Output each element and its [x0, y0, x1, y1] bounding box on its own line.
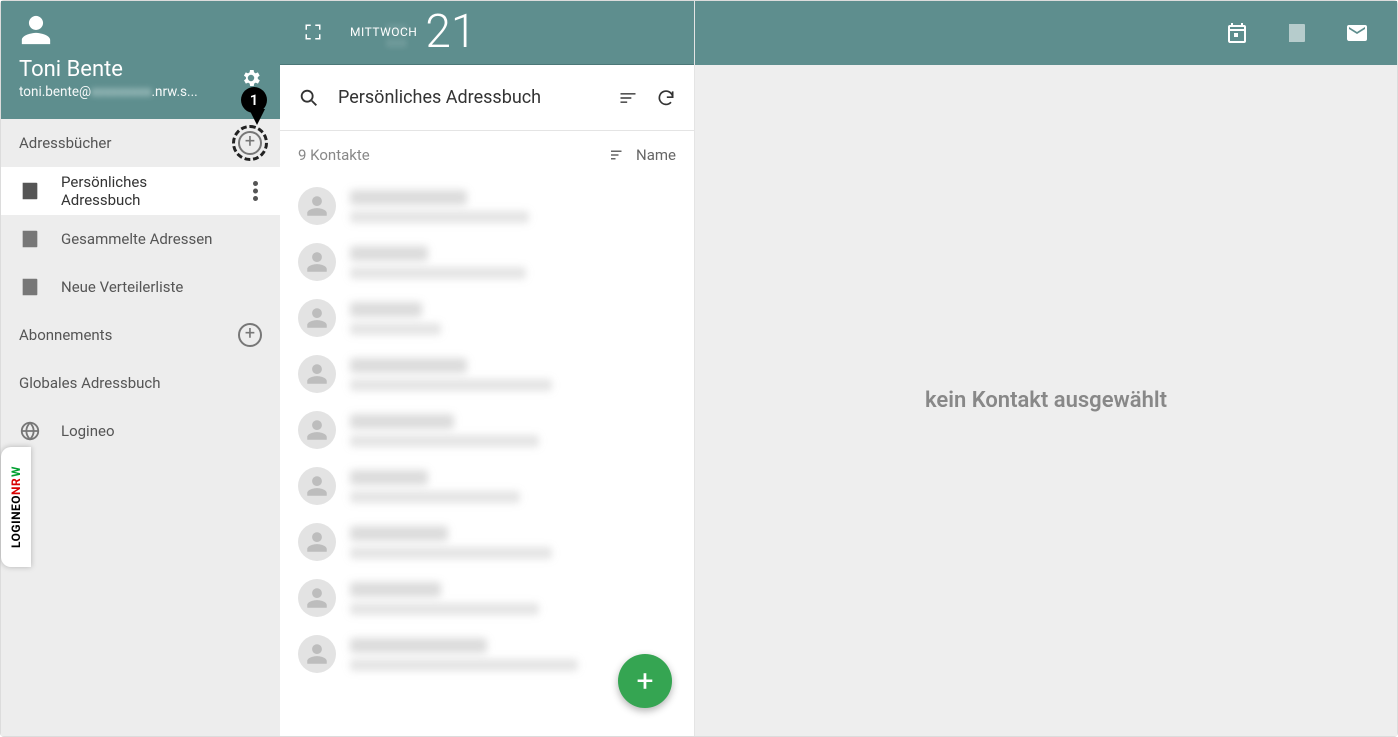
contact-avatar-icon: [298, 299, 336, 337]
avatar-icon: [19, 13, 262, 47]
contact-text: [350, 470, 676, 503]
addressbook-icon: [19, 228, 41, 250]
settings-gear-icon[interactable]: [240, 67, 262, 89]
count-row: 9 Kontakte Name: [280, 131, 694, 179]
more-menu-button[interactable]: [249, 177, 262, 205]
contact-list-item[interactable]: [280, 347, 694, 403]
contacts-column: XXX XXX MITTWOCH 21 Persönliches Adressb…: [280, 1, 695, 736]
contact-text: [350, 358, 676, 391]
address-books-label: Adressbücher: [19, 134, 111, 152]
contact-list-item[interactable]: [280, 179, 694, 235]
refresh-icon[interactable]: [656, 88, 676, 108]
addressbook-title: Persönliches Adressbuch: [338, 87, 600, 108]
globe-icon: [19, 420, 41, 442]
app-root: Toni Bente toni.bente@xxxxxxxxx.nrw.s...…: [0, 0, 1398, 737]
contact-text: [350, 190, 676, 223]
contact-list-item[interactable]: [280, 515, 694, 571]
contact-list-item[interactable]: [280, 235, 694, 291]
subscriptions-label: Abonnements: [19, 326, 112, 344]
subscriptions-header: Abonnements: [1, 311, 280, 359]
contact-text: [350, 302, 676, 335]
logineo-tab-button[interactable]: LOGINEONRW: [1, 447, 31, 567]
detail-column: kein Kontakt ausgewählt: [695, 1, 1397, 736]
empty-detail-text: kein Kontakt ausgewählt: [925, 388, 1167, 413]
contact-list-item[interactable]: [280, 403, 694, 459]
add-contact-fab[interactable]: +: [618, 654, 672, 708]
contact-list-item[interactable]: [280, 291, 694, 347]
sidebar: Toni Bente toni.bente@xxxxxxxxx.nrw.s...…: [1, 1, 280, 736]
contact-text: [350, 582, 676, 615]
plus-circle-icon: [238, 323, 262, 347]
search-row: Persönliches Adressbuch: [280, 65, 694, 131]
contact-count: 9 Kontakte: [298, 146, 370, 164]
contact-avatar-icon: [298, 579, 336, 617]
email-blurred: xxxxxxxxx: [91, 84, 151, 100]
sidebar-item-logineo[interactable]: Logineo: [1, 407, 280, 455]
addressbook-icon: [19, 180, 41, 202]
sidebar-item-collected[interactable]: Gesammelte Adressen: [1, 215, 280, 263]
topbar: XXX XXX MITTWOCH 21: [280, 1, 694, 65]
add-addressbook-button[interactable]: 1: [238, 131, 262, 155]
contacts-icon[interactable]: [1285, 21, 1309, 45]
day-number: 21: [425, 5, 476, 59]
contact-avatar-icon: [298, 355, 336, 393]
search-icon[interactable]: [298, 87, 320, 109]
plus-circle-icon: [238, 131, 262, 155]
contact-avatar-icon: [298, 523, 336, 561]
contact-avatar-icon: [298, 187, 336, 225]
contact-list[interactable]: [280, 179, 694, 736]
global-addressbook-label: Globales Adressbuch: [19, 374, 161, 392]
date-display[interactable]: MITTWOCH 21: [350, 5, 476, 59]
address-books-list: Persönliches Adressbuch Gesammelte Adres…: [1, 167, 280, 311]
contact-text: [350, 526, 676, 559]
address-books-header: Adressbücher 1: [1, 119, 280, 167]
add-subscription-button[interactable]: [238, 323, 262, 347]
email-suffix: .nrw.s...: [151, 84, 197, 100]
contact-list-item[interactable]: [280, 459, 694, 515]
sidebar-item-newlist[interactable]: Neue Verteilerliste: [1, 263, 280, 311]
sidebar-item-label: Gesammelte Adressen: [61, 230, 262, 248]
sidebar-item-label: Neue Verteilerliste: [61, 278, 262, 296]
contact-avatar-icon: [298, 411, 336, 449]
contact-avatar-icon: [298, 467, 336, 505]
sort-by-label: Name: [636, 146, 676, 164]
logo-seg3: W: [9, 466, 23, 477]
distributionlist-icon: [19, 276, 41, 298]
weekday-label: MITTWOCH: [350, 25, 417, 39]
calendar-icon[interactable]: [1225, 21, 1249, 45]
sidebar-item-label: Logineo: [61, 422, 262, 440]
contact-avatar-icon: [298, 635, 336, 673]
detail-topbar: [695, 1, 1397, 65]
sidebar-item-label: Persönliches Adressbuch: [61, 173, 229, 209]
sidebar-item-personal[interactable]: Persönliches Adressbuch: [1, 167, 280, 215]
logo-seg2: NR: [9, 477, 23, 494]
contact-avatar-icon: [298, 243, 336, 281]
display-name: Toni Bente: [19, 57, 262, 82]
contact-text: [350, 246, 676, 279]
fullscreen-icon[interactable]: [304, 23, 322, 41]
global-addressbook-header: Globales Adressbuch: [1, 359, 280, 407]
contact-list-item[interactable]: [280, 571, 694, 627]
sort-icon[interactable]: [618, 88, 638, 108]
mail-icon[interactable]: [1345, 21, 1369, 45]
email-text: toni.bente@xxxxxxxxx.nrw.s...: [19, 84, 262, 100]
logo-seg1: LOGINEO: [9, 495, 23, 548]
email-prefix: toni.bente@: [19, 84, 91, 100]
profile-header: Toni Bente toni.bente@xxxxxxxxx.nrw.s...: [1, 1, 280, 119]
contact-text: [350, 414, 676, 447]
empty-detail-placeholder: kein Kontakt ausgewählt: [695, 65, 1397, 736]
sort-by-button[interactable]: Name: [608, 146, 676, 164]
